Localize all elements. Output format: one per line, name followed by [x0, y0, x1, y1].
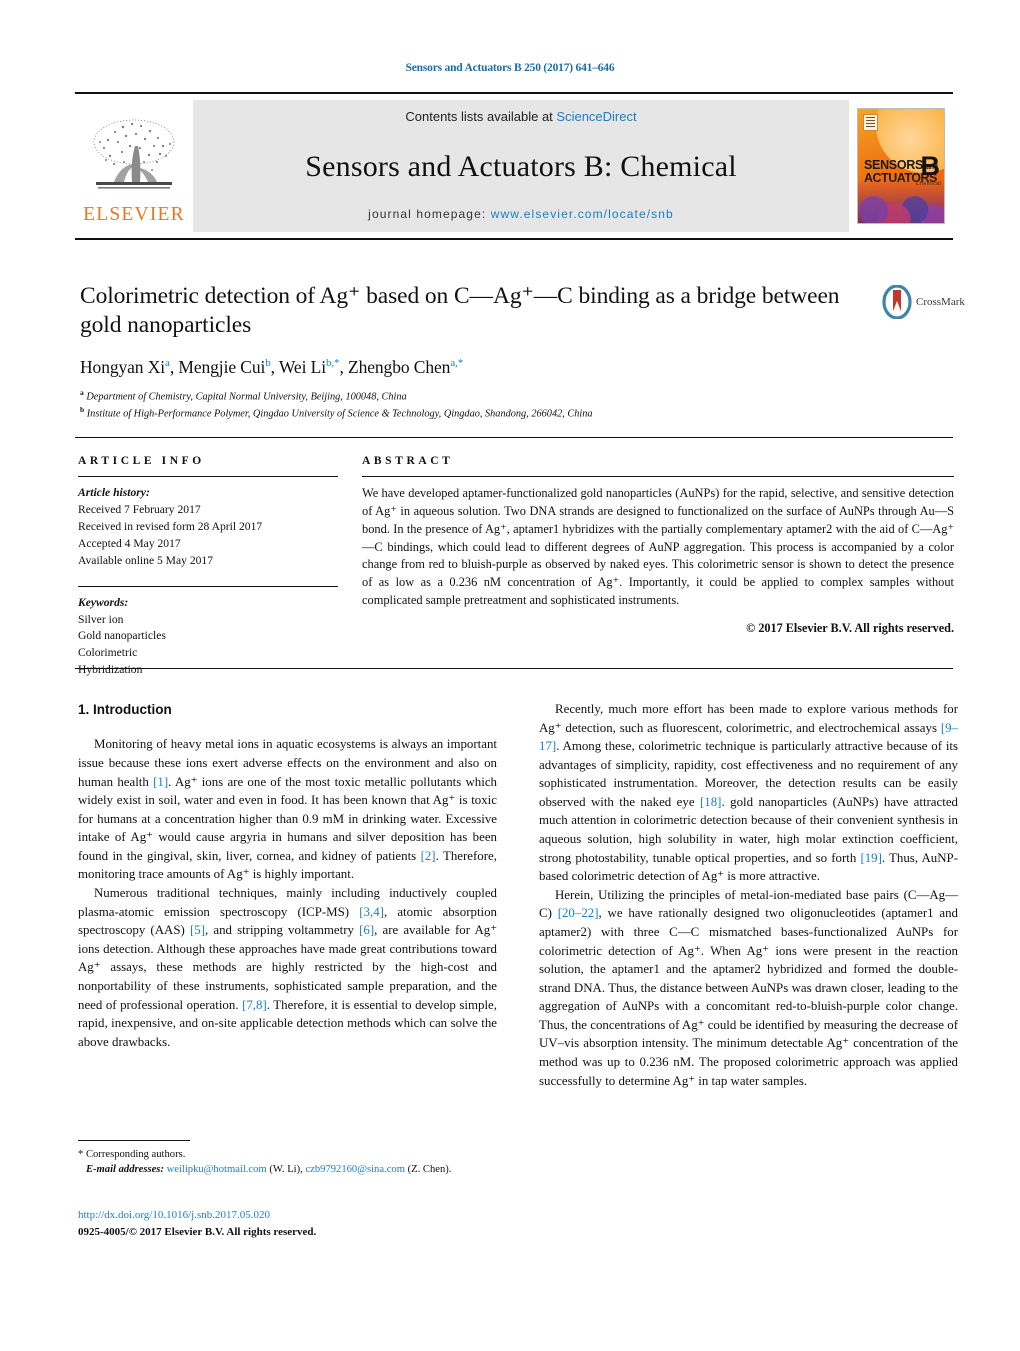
email-owner-2: (Z. Chen). [407, 1164, 452, 1176]
affiliation-marker: a [80, 387, 84, 397]
email-address-1[interactable]: weilipku@hotmail.com [167, 1164, 267, 1175]
citation-ref[interactable]: [3,4] [359, 905, 384, 919]
affiliation-item: b Institute of High-Performance Polymer,… [80, 404, 593, 420]
footnote-block: * Corresponding authors. E-mail addresse… [78, 1140, 498, 1178]
abstract-bottom-rule [75, 668, 953, 669]
homepage-label: journal homepage: [368, 207, 491, 221]
body-columns: 1. Introduction Monitoring of heavy meta… [78, 700, 958, 1090]
affiliation-list: a Department of Chemistry, Capital Norma… [80, 388, 870, 422]
keyword-item: Silver ion [78, 612, 124, 626]
publisher-logo: ELSEVIER [75, 94, 193, 238]
citation-ref[interactable]: [2] [421, 849, 436, 863]
body-column-left: 1. Introduction Monitoring of heavy meta… [78, 700, 497, 1090]
bottom-block: http://dx.doi.org/10.1016/j.snb.2017.05.… [78, 1207, 518, 1240]
article-history-group: Article history: Received 7 February 201… [78, 485, 338, 570]
cover-elsevier-mark [863, 114, 878, 131]
contents-list-line: Contents lists available at ScienceDirec… [405, 109, 636, 124]
cover-line1: SENSORS [864, 158, 924, 172]
page-title: Colorimetric detection of Ag⁺ based on C… [80, 283, 840, 339]
crossmark-label: CrossMark [916, 296, 965, 308]
article-history-item: Received 7 February 2017 [78, 502, 201, 516]
sciencedirect-link[interactable]: ScienceDirect [556, 109, 636, 124]
article-history-items: Received 7 February 2017 Received in revi… [78, 502, 338, 570]
left-paragraphs: Monitoring of heavy metal ions in aquati… [78, 735, 497, 1051]
email-address-2[interactable]: czb9792160@sina.com [305, 1164, 405, 1175]
article-history-item: Accepted 4 May 2017 [78, 536, 181, 550]
journal-cover-wrap: SENSORS and ACTUATORS B Chemical [849, 94, 953, 238]
cover-bottom-graphic [858, 179, 944, 223]
crossmark-icon [882, 284, 912, 320]
corresponding-authors-note: * Corresponding authors. [78, 1149, 186, 1160]
keywords-label: Keywords: [78, 595, 129, 609]
author-list: Hongyan Xia, Mengjie Cuib, Wei Lib,*, Zh… [80, 356, 464, 377]
citation-ref[interactable]: [18] [700, 795, 721, 809]
keyword-item: Colorimetric [78, 646, 138, 660]
citation-ref[interactable]: [7,8] [242, 998, 267, 1012]
email-owner-1: (W. Li), [269, 1164, 303, 1176]
email-label: E-mail addresses: [85, 1164, 164, 1176]
citation-ref[interactable]: [9–17] [539, 721, 958, 754]
affiliation-item: a Department of Chemistry, Capital Norma… [80, 387, 407, 403]
keyword-item: Gold nanoparticles [78, 629, 166, 643]
article-info-column: ARTICLE INFO Article history: Received 7… [78, 455, 338, 679]
journal-title: Sensors and Actuators B: Chemical [305, 149, 737, 183]
elsevier-tree-icon [88, 112, 180, 204]
cover-volume-letter: B [920, 151, 941, 181]
email-line: E-mail addresses: weilipku@hotmail.com (… [78, 1162, 498, 1177]
affiliation-marker: b [80, 404, 85, 414]
citation-ref[interactable]: [20–22] [558, 906, 599, 920]
abstract-rule [362, 476, 954, 477]
citation-ref[interactable]: [1] [153, 775, 168, 789]
journal-masthead: ELSEVIER Contents lists available at Sci… [75, 92, 953, 240]
body-paragraph: Herein, Utilizing the principles of meta… [539, 887, 958, 1088]
keywords-group: Keywords: Silver ion Gold nanoparticles Co… [78, 595, 338, 680]
article-history-item: Available online 5 May 2017 [78, 553, 214, 567]
right-paragraphs: Recently, much more effort has been made… [539, 700, 958, 1090]
keywords-rule [78, 585, 338, 587]
journal-cover-image: SENSORS and ACTUATORS B Chemical [857, 108, 945, 224]
crossmark-badge-wrap[interactable]: CrossMark [882, 284, 972, 320]
doi-link[interactable]: http://dx.doi.org/10.1016/j.snb.2017.05.… [78, 1207, 518, 1224]
article-info-heading: ARTICLE INFO [78, 455, 205, 467]
abstract-copyright: © 2017 Elsevier B.V. All rights reserved… [746, 621, 954, 636]
issn-copyright: 0925-4005/© 2017 Elsevier B.V. All right… [78, 1225, 317, 1238]
article-info-rule [78, 476, 338, 477]
body-paragraph: Monitoring of heavy metal ions in aquati… [78, 737, 497, 882]
body-paragraph: Recently, much more effort has been made… [539, 702, 959, 884]
abstract-text: We have developed aptamer-functionalized… [362, 486, 954, 608]
journal-homepage-url[interactable]: www.elsevier.com/locate/snb [491, 207, 674, 221]
info-top-rule [75, 437, 953, 438]
article-history-item: Received in revised form 28 April 2017 [78, 519, 263, 533]
keywords-items: Silver ion Gold nanoparticles Colorimetric… [78, 612, 338, 680]
keyword-item: Hybridization [78, 663, 143, 677]
journal-article-page: Sensors and Actuators B 250 (2017) 641–6… [0, 0, 1020, 1351]
title-block: Colorimetric detection of Ag⁺ based on C… [80, 282, 870, 422]
citation-ref[interactable]: [6] [359, 923, 374, 937]
section-heading-introduction: 1. Introduction [78, 702, 172, 717]
citation-ref[interactable]: [19] [860, 851, 881, 865]
body-column-right: Recently, much more effort has been made… [539, 700, 958, 1090]
body-paragraph: Numerous traditional techniques, mainly … [78, 886, 498, 1049]
running-head: Sensors and Actuators B 250 (2017) 641–6… [405, 62, 615, 74]
journal-homepage-line: journal homepage: www.elsevier.com/locat… [368, 207, 674, 221]
abstract-column: ABSTRACT We have developed aptamer-funct… [362, 455, 954, 636]
elsevier-wordmark: ELSEVIER [83, 203, 185, 225]
article-history-label: Article history: [78, 486, 150, 499]
abstract-heading: ABSTRACT [362, 455, 454, 467]
citation-ref[interactable]: [5] [190, 923, 205, 937]
contents-prefix: Contents lists available at [405, 109, 557, 124]
masthead-center: Contents lists available at ScienceDirec… [193, 100, 849, 232]
footnote-rule [78, 1140, 190, 1141]
